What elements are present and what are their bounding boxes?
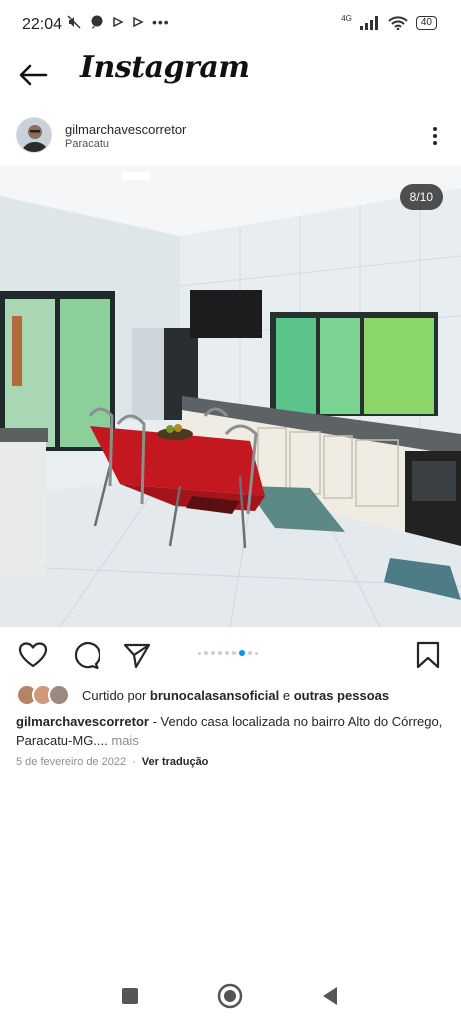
square-icon [122, 988, 138, 1004]
save-button[interactable] [414, 640, 444, 670]
carousel-dot [225, 651, 229, 655]
post-header: gilmarchavescorretor Paracatu [0, 110, 461, 162]
carousel-dot [198, 651, 201, 655]
notification-icons: ••• [66, 14, 170, 30]
likes-user[interactable]: brunocalasansoficial [150, 688, 279, 703]
app-header: Instagram [0, 50, 461, 100]
likes-prefix: Curtido por [82, 687, 150, 703]
post-caption: gilmarchavescorretor - Vendo casa locali… [16, 712, 446, 750]
caption-more-link[interactable]: mais [111, 733, 138, 748]
translate-link[interactable]: Ver tradução [142, 756, 209, 768]
triangle-back-icon [323, 987, 337, 1005]
system-nav-bar [0, 970, 461, 1024]
heart-icon [18, 642, 48, 668]
arrow-left-icon [19, 64, 48, 86]
post-photo[interactable]: 8/10 [0, 166, 461, 627]
signal-icon [359, 16, 378, 30]
post-location[interactable]: Paracatu [65, 138, 109, 150]
likes-row[interactable]: Curtido por brunocalasansoficial e outra… [16, 684, 389, 706]
mute-icon [67, 15, 81, 29]
battery-indicator: 40 [415, 16, 437, 30]
app-logo-title: Instagram [80, 50, 250, 85]
post-date: 5 de fevereiro de 2022 [16, 756, 127, 768]
likes-middle: e [279, 687, 294, 703]
post-actions [0, 636, 461, 672]
status-time: 22:04 [22, 16, 63, 33]
comment-button[interactable] [70, 640, 101, 670]
liker-avatars [16, 684, 74, 706]
carousel-dot [255, 651, 258, 655]
comment-icon [74, 642, 101, 670]
system-icons: 4G 40 [341, 13, 437, 30]
carousel-dot [232, 651, 236, 655]
network-label: 4G [341, 13, 352, 23]
likes-text: Curtido por brunocalasansoficial e outra… [82, 688, 389, 703]
carousel-dots [198, 650, 258, 656]
post-username[interactable]: gilmarchavescorretor [65, 122, 186, 137]
photo-counter-badge: 8/10 [399, 184, 443, 210]
carousel-dot [211, 651, 215, 655]
carousel-dot-active [239, 650, 245, 656]
recents-button[interactable] [116, 982, 144, 1010]
share-button[interactable] [122, 640, 152, 670]
send-icon [123, 643, 151, 669]
user-avatar[interactable] [16, 117, 52, 153]
liker-avatar [48, 684, 70, 706]
carousel-dot [204, 651, 208, 655]
carousel-dot [248, 651, 252, 655]
caption-username[interactable]: gilmarchavescorretor [16, 714, 149, 729]
more-notifications-icon: ••• [152, 14, 170, 30]
post-meta: 5 de fevereiro de 2022 · Ver tradução [16, 756, 208, 768]
post-options-button[interactable] [425, 124, 445, 148]
like-button[interactable] [18, 640, 48, 670]
meta-separator: · [132, 756, 136, 768]
more-vertical-icon [433, 127, 437, 145]
back-button[interactable] [16, 60, 50, 90]
bookmark-icon [416, 641, 440, 669]
back-nav-button[interactable] [316, 982, 344, 1010]
home-button[interactable] [216, 982, 244, 1010]
circle-icon [217, 983, 243, 1009]
wifi-icon [388, 16, 408, 30]
person-icon [17, 118, 51, 152]
carousel-dot [218, 651, 222, 655]
kitchen-photo [0, 166, 461, 627]
status-bar: 22:04 ••• 4G 40 [0, 0, 461, 50]
play-icon [133, 16, 144, 28]
play-icon [113, 16, 124, 28]
likes-others[interactable]: outras pessoas [294, 688, 389, 703]
chat-icon [91, 15, 103, 29]
